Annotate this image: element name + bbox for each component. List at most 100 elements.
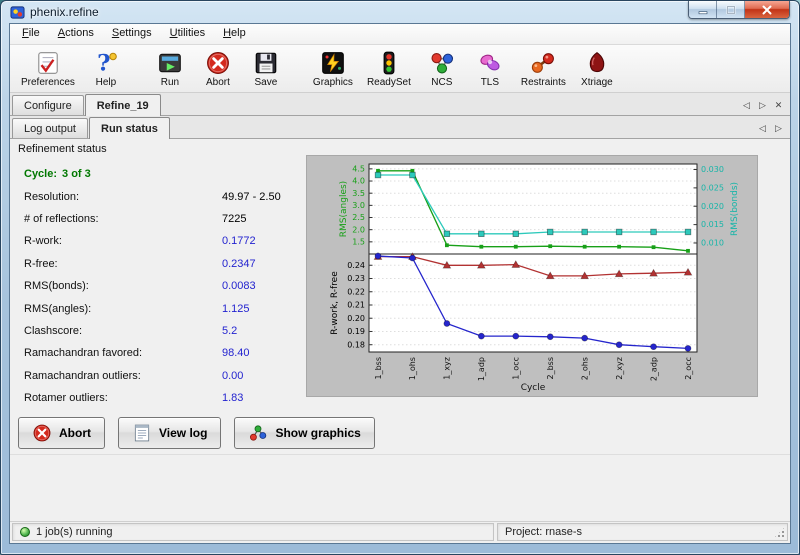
running-indicator-icon: [20, 527, 30, 537]
svg-text:2_ohs: 2_ohs: [580, 357, 589, 380]
svg-text:0.020: 0.020: [701, 202, 724, 211]
toolbar-button-xtriage[interactable]: Xtriage: [573, 46, 621, 91]
main-tabstrip: ConfigureRefine_19 ◁ ▷ ✕: [10, 93, 790, 116]
close-button[interactable]: [745, 1, 789, 18]
window-title: phenix.refine: [30, 5, 99, 19]
svg-text:0.23: 0.23: [347, 274, 365, 283]
tab-close-button[interactable]: ✕: [772, 98, 785, 112]
svg-text:1_xyz: 1_xyz: [443, 357, 452, 380]
preferences-icon: [35, 50, 61, 76]
stat-label: Clashscore:: [24, 325, 222, 337]
svg-text:0.030: 0.030: [701, 165, 724, 174]
titlebar[interactable]: phenix.refine: [1, 1, 799, 23]
empty-area: [10, 455, 790, 521]
section-title: Refinement status: [18, 143, 782, 155]
tab-refine-19[interactable]: Refine_19: [85, 94, 161, 116]
menu-item-help[interactable]: Help: [214, 24, 255, 44]
maximize-button[interactable]: [717, 1, 745, 18]
svg-text:RMS(bonds): RMS(bonds): [730, 182, 740, 236]
stat-value: 7225: [222, 213, 246, 225]
minimize-icon: [698, 5, 708, 15]
stat-value: 0.2347: [222, 258, 256, 270]
sub-tabstrip: Log outputRun status ◁ ▷: [10, 116, 790, 139]
svg-text:1_adp: 1_adp: [477, 357, 486, 381]
svg-text:0.025: 0.025: [701, 183, 724, 192]
svg-text:Cycle: Cycle: [521, 383, 546, 393]
toolbar-button-readyset[interactable]: ReadySet: [360, 46, 418, 91]
stat-label: Rotamer outliers:: [24, 392, 222, 404]
toolbar-button-label: Xtriage: [581, 77, 613, 88]
graphics-icon: [320, 50, 346, 76]
stat-label: R-free:: [24, 258, 222, 270]
action-button-show-graphics[interactable]: Show graphics: [234, 417, 374, 449]
menu-item-settings[interactable]: Settings: [103, 24, 161, 44]
run-icon: [157, 50, 183, 76]
subtab-scroll-right-button[interactable]: ▷: [772, 121, 785, 135]
menu-item-actions[interactable]: Actions: [49, 24, 103, 44]
toolbar-button-ncs[interactable]: NCS: [418, 46, 466, 91]
svg-text:0.20: 0.20: [347, 314, 365, 323]
toolbar-button-save[interactable]: Save: [242, 46, 290, 91]
tab-log-output[interactable]: Log output: [12, 118, 88, 138]
subtab-scroll-left-button[interactable]: ◁: [756, 121, 769, 135]
jobs-status-panel: 1 job(s) running: [12, 523, 494, 541]
show-graphics-icon: [248, 423, 268, 443]
stat-label: RMS(angles):: [24, 303, 222, 315]
main-tab-arrows: ◁ ▷ ✕: [740, 98, 790, 115]
menubar: FileActionsSettingsUtilitiesHelp: [10, 24, 790, 45]
svg-text:1_bss: 1_bss: [374, 357, 383, 380]
sub-tab-arrows: ◁ ▷: [756, 121, 790, 138]
menu-item-utilities[interactable]: Utilities: [161, 24, 214, 44]
client-area: FileActionsSettingsUtilitiesHelp Prefere…: [9, 23, 791, 544]
svg-text:0.010: 0.010: [701, 239, 724, 248]
svg-text:0.015: 0.015: [701, 220, 724, 229]
ncs-icon: [429, 50, 455, 76]
svg-text:R-work, R-free: R-work, R-free: [330, 271, 340, 335]
maximize-icon: [726, 5, 736, 15]
toolbar-button-label: Preferences: [21, 77, 75, 88]
svg-text:0.24: 0.24: [347, 261, 365, 270]
toolbar-button-label: NCS: [431, 77, 452, 88]
toolbar-button-preferences[interactable]: Preferences: [14, 46, 82, 91]
chart-panel: 1.52.02.53.03.54.04.50.0100.0150.0200.02…: [306, 155, 758, 397]
stat-value: 0.00: [222, 370, 243, 382]
resize-grip[interactable]: [773, 526, 786, 539]
svg-text:0.21: 0.21: [347, 301, 365, 310]
stat-value: 49.97 - 2.50: [222, 191, 281, 203]
restraints-icon: [530, 50, 556, 76]
tab-scroll-right-button[interactable]: ▷: [756, 98, 769, 112]
toolbar-button-tls[interactable]: TLS: [466, 46, 514, 91]
cycle-value: 3 of 3: [62, 168, 91, 180]
svg-text:3.0: 3.0: [352, 201, 365, 210]
svg-text:4.0: 4.0: [352, 177, 365, 186]
toolbar-button-graphics[interactable]: Graphics: [306, 46, 360, 91]
tab-run-status[interactable]: Run status: [89, 117, 170, 139]
refinement-progress-chart: 1.52.02.53.03.54.04.50.0100.0150.0200.02…: [307, 156, 757, 396]
action-button-abort[interactable]: Abort: [18, 417, 105, 449]
window-controls: [688, 1, 790, 19]
action-button-label: Show graphics: [275, 426, 360, 440]
toolbar-button-abort[interactable]: Abort: [194, 46, 242, 91]
tab-scroll-left-button[interactable]: ◁: [740, 98, 753, 112]
project-status-panel: Project: rnase-s: [497, 523, 788, 541]
minimize-button[interactable]: [689, 1, 717, 18]
run-status-panel: Refinement status Cycle: 3 of 3 Resoluti…: [10, 139, 790, 413]
svg-text:0.18: 0.18: [347, 340, 365, 349]
toolbar-button-restraints[interactable]: Restraints: [514, 46, 573, 91]
toolbar-button-run[interactable]: Run: [146, 46, 194, 91]
tab-configure[interactable]: Configure: [12, 95, 84, 115]
cycle-label: Cycle:: [24, 168, 57, 180]
toolbar-button-help[interactable]: ?Help: [82, 46, 130, 91]
menu-item-file[interactable]: File: [13, 24, 49, 44]
stat-label: Ramachandran favored:: [24, 347, 222, 359]
jobs-status-text: 1 job(s) running: [36, 526, 112, 538]
toolbar-button-label: Graphics: [313, 77, 353, 88]
statusbar: 1 job(s) running Project: rnase-s: [10, 521, 790, 543]
action-button-view-log[interactable]: View log: [118, 417, 221, 449]
svg-text:2.0: 2.0: [352, 225, 365, 234]
stat-label: Ramachandran outliers:: [24, 370, 222, 382]
action-button-label: Abort: [59, 426, 91, 440]
svg-text:1.5: 1.5: [352, 237, 365, 246]
menu-accelerator: A: [58, 27, 65, 39]
project-label: Project: rnase-s: [505, 526, 582, 538]
